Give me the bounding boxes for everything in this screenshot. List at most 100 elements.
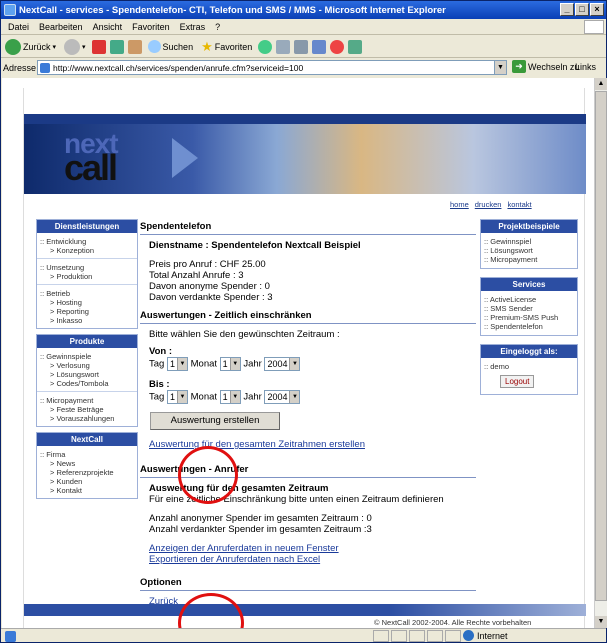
- vertical-scrollbar[interactable]: ▲ ▼: [594, 78, 607, 628]
- print-icon[interactable]: [294, 39, 309, 54]
- full-period-report-link[interactable]: Auswertung für den gesamten Zeitrahmen e…: [140, 439, 476, 450]
- nav-item-micropayment[interactable]: :: Micropayment: [40, 396, 134, 405]
- address-dropdown-icon[interactable]: ▼: [494, 61, 506, 74]
- back-button[interactable]: Zurück ▾: [3, 38, 58, 55]
- menu-favoriten[interactable]: Favoriten: [127, 22, 175, 32]
- service-premium-sms[interactable]: :: Premium-SMS Push: [484, 313, 574, 322]
- thanked-donors: Davon verdankte Spender : 3: [149, 292, 273, 303]
- main-content: Spendentelefon Dienstname : Spendentelef…: [140, 219, 476, 607]
- section-auswertungen-zeit: Auswertungen - Zeitlich einschränken: [140, 308, 476, 324]
- menu-bearbeiten[interactable]: Bearbeiten: [34, 22, 88, 32]
- nav-item-verlosung[interactable]: > Verlosung: [40, 361, 134, 370]
- address-input[interactable]: http://www.nextcall.ch/services/spenden/…: [37, 60, 507, 75]
- nav-item-loesungswort[interactable]: > Lösungswort: [40, 370, 134, 379]
- nav-item-produktion[interactable]: > Produktion: [40, 272, 134, 281]
- create-report-button[interactable]: Auswertung erstellen: [150, 412, 280, 430]
- logged-in-user: :: demo: [484, 362, 510, 371]
- nav-item-hosting[interactable]: > Hosting: [40, 298, 134, 307]
- nav-item-gewinnspiele[interactable]: :: Gewinnspiele: [40, 352, 134, 361]
- refresh-icon[interactable]: [109, 39, 124, 54]
- history-icon[interactable]: [258, 39, 273, 54]
- project-loesungswort[interactable]: :: Lösungswort: [484, 246, 574, 255]
- project-micropayment[interactable]: :: Micropayment: [484, 255, 574, 264]
- von-label: Von :: [149, 346, 173, 357]
- page-done-icon: [5, 630, 16, 642]
- close-button[interactable]: ×: [590, 3, 604, 16]
- search-button[interactable]: Suchen: [146, 40, 196, 53]
- go-button[interactable]: ➜ Wechseln zu: [512, 60, 579, 73]
- nav-item-kunden[interactable]: > Kunden: [40, 477, 134, 486]
- bis-label: Bis :: [149, 379, 170, 390]
- minimize-button[interactable]: _: [560, 3, 574, 16]
- menu-ansicht[interactable]: Ansicht: [88, 22, 128, 32]
- nav-item-umsetzung[interactable]: :: Umsetzung: [40, 263, 134, 272]
- back-arrow-icon: [5, 38, 21, 55]
- left-sidebar: Dienstleistungen :: Entwicklung > Konzep…: [36, 219, 138, 504]
- nav-item-referenzprojekte[interactable]: > Referenzprojekte: [40, 468, 134, 477]
- chevron-down-icon: ▼: [289, 358, 300, 370]
- contact-link[interactable]: kontakt: [507, 200, 531, 209]
- price-per-call: Preis pro Anruf : CHF 25.00: [149, 259, 266, 270]
- print-link[interactable]: drucken: [475, 200, 502, 209]
- chevron-down-icon: ▼: [289, 391, 300, 403]
- nav-item-codes-tombola[interactable]: > Codes/Tombola: [40, 379, 134, 388]
- project-gewinnspiel[interactable]: :: Gewinnspiel: [484, 237, 574, 246]
- links-button[interactable]: Links: [575, 62, 596, 72]
- nav-item-reporting[interactable]: > Reporting: [40, 307, 134, 316]
- nav-dienstleistungen: Dienstleistungen :: Entwicklung > Konzep…: [36, 219, 138, 329]
- windows-logo-icon: [584, 20, 604, 34]
- anonymous-count-total: Anzahl anonymer Spender im gesamten Zeit…: [149, 513, 372, 524]
- show-caller-data-link[interactable]: Anzeigen der Anruferdaten in neuem Fenst…: [140, 543, 476, 554]
- von-tag-select[interactable]: 1 ▼: [166, 357, 188, 371]
- web-page: next call home drucken kontakt Dienstlei…: [23, 88, 586, 628]
- von-jahr-select[interactable]: 2004 ▼: [264, 357, 301, 371]
- menu-extras[interactable]: Extras: [175, 22, 211, 32]
- nav-nextcall: NextCall :: Firma > News > Referenzproje…: [36, 432, 138, 499]
- chevron-down-icon: ▼: [176, 391, 187, 403]
- bis-date-row: Tag 1 ▼ Monat 1 ▼ Jahr 2004 ▼: [140, 390, 476, 404]
- security-zone: Internet: [463, 630, 508, 641]
- nav-item-inkasso[interactable]: > Inkasso: [40, 316, 134, 325]
- bis-jahr-select[interactable]: 2004 ▼: [264, 390, 301, 404]
- stop-icon[interactable]: [91, 39, 106, 54]
- nav-item-konzeption[interactable]: > Konzeption: [40, 246, 134, 255]
- nav-heading: NextCall: [37, 433, 137, 446]
- nav-heading: Produkte: [37, 335, 137, 348]
- discuss-icon[interactable]: [348, 39, 363, 54]
- services-box: Services :: ActiveLicense :: SMS Sender …: [480, 277, 578, 336]
- export-excel-link[interactable]: Exportieren der Anruferdaten nach Excel: [140, 554, 476, 565]
- search-icon: [147, 40, 161, 53]
- nav-item-kontakt[interactable]: > Kontakt: [40, 486, 134, 495]
- maximize-button[interactable]: □: [575, 3, 589, 16]
- von-monat-select[interactable]: 1 ▼: [219, 357, 241, 371]
- home-link[interactable]: home: [450, 200, 469, 209]
- anonymous-donors: Davon anonyme Spender : 0: [149, 281, 270, 292]
- logout-button[interactable]: Logout: [500, 375, 535, 388]
- page-header: next call: [24, 114, 586, 194]
- forward-button[interactable]: ▾: [62, 38, 88, 55]
- nav-item-vorauszahlungen[interactable]: > Vorauszahlungen: [40, 414, 134, 423]
- nav-item-entwicklung[interactable]: :: Entwicklung: [40, 237, 134, 246]
- home-icon[interactable]: [127, 39, 142, 54]
- bis-tag-select[interactable]: 1 ▼: [166, 390, 188, 404]
- nav-produkte: Produkte :: Gewinnspiele > Verlosung > L…: [36, 334, 138, 427]
- status-bar: Internet: [1, 628, 606, 643]
- service-spendentelefon[interactable]: :: Spendentelefon: [484, 322, 574, 331]
- logo-arrow-icon: [172, 138, 198, 178]
- menu-help[interactable]: ?: [210, 22, 225, 32]
- nav-item-firma[interactable]: :: Firma: [40, 450, 134, 459]
- nav-item-feste-betraege[interactable]: > Feste Beträge: [40, 405, 134, 414]
- service-activelicense[interactable]: :: ActiveLicense: [484, 295, 574, 304]
- nextcall-logo[interactable]: next call: [64, 130, 198, 186]
- service-sms-sender[interactable]: :: SMS Sender: [484, 304, 574, 313]
- edit-icon[interactable]: [312, 39, 327, 54]
- chevron-down-icon: ▼: [176, 358, 187, 370]
- bis-monat-select[interactable]: 1 ▼: [219, 390, 241, 404]
- mail-icon[interactable]: [276, 39, 291, 54]
- nav-item-betrieb[interactable]: :: Betrieb: [40, 289, 134, 298]
- section-optionen: Optionen: [140, 575, 476, 591]
- menu-datei[interactable]: Datei: [3, 22, 34, 32]
- messenger-icon[interactable]: [330, 39, 345, 54]
- favorites-button[interactable]: ★ Favoriten: [199, 39, 254, 55]
- nav-item-news[interactable]: > News: [40, 459, 134, 468]
